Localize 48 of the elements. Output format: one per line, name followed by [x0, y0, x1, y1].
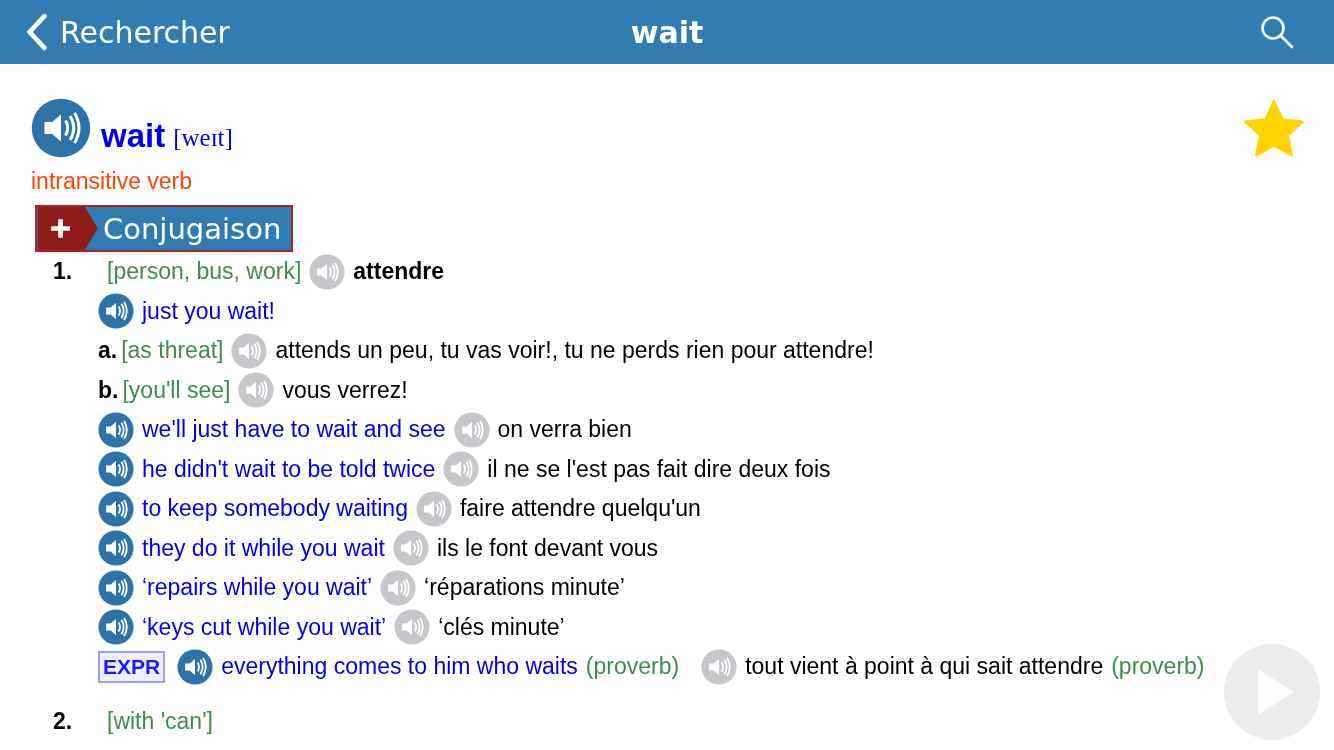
- example-phrase: we'll just have to wait and see: [142, 416, 446, 444]
- chevron-left-icon: [26, 13, 48, 51]
- conjugation-button[interactable]: Conjugaison: [35, 205, 294, 252]
- usage-label: (proverb): [1111, 653, 1205, 681]
- sense-number: 1.: [52, 258, 74, 286]
- example-phrase: they do it while you wait: [142, 534, 385, 562]
- context-label: [with 'can']: [107, 708, 213, 735]
- speaker-icon[interactable]: [98, 530, 134, 567]
- back-button[interactable]: Rechercher: [0, 13, 230, 51]
- usage-label: (proverb): [585, 653, 680, 681]
- speaker-icon[interactable]: [177, 648, 214, 685]
- star-icon[interactable]: [1244, 99, 1304, 157]
- speaker-icon[interactable]: [98, 451, 134, 488]
- pronunciation: [weɪt]: [173, 124, 233, 152]
- example-phrase: ‘keys cut while you wait’: [142, 613, 387, 641]
- context-label: [you'll see]: [122, 376, 231, 404]
- plus-icon: [37, 207, 99, 250]
- part-of-speech: intransitive verb: [31, 168, 194, 195]
- speaker-icon[interactable]: [98, 490, 134, 527]
- translation: tout vient à point à qui sait attendre: [745, 653, 1104, 681]
- translation: il ne se l'est pas fait dire deux fois: [487, 455, 831, 483]
- context-label: [person, bus, work]: [107, 258, 302, 286]
- context-label: [as threat]: [121, 337, 224, 365]
- speaker-icon[interactable]: [31, 98, 91, 158]
- translation: ‘clés minute’: [438, 613, 565, 641]
- translation: faire attendre quelqu'un: [459, 495, 701, 523]
- translation: vous verrez!: [282, 376, 408, 404]
- example-phrase: just you wait!: [142, 297, 275, 325]
- speaker-icon[interactable]: [98, 411, 134, 448]
- sub-sense-letter: b.: [98, 376, 119, 404]
- sub-sense-letter: a.: [98, 337, 118, 365]
- headword: wait: [101, 117, 166, 155]
- page-title: wait: [630, 14, 704, 50]
- speaker-icon[interactable]: [98, 609, 134, 646]
- example-phrase: to keep somebody waiting: [142, 495, 408, 523]
- example-phrase: ‘repairs while you wait’: [142, 574, 373, 602]
- translation: attendre: [353, 258, 445, 286]
- speaker-icon[interactable]: [98, 293, 134, 330]
- translation: ils le font devant vous: [436, 534, 659, 562]
- translation: on verra bien: [497, 416, 632, 444]
- sense-number: 2.: [52, 708, 74, 735]
- search-icon[interactable]: [1260, 15, 1294, 49]
- example-phrase: everything comes to him who waits: [221, 653, 578, 681]
- expression-badge: EXPR: [98, 650, 166, 683]
- translation: ‘réparations minute’: [424, 574, 625, 602]
- translation: attends un peu, tu vas voir!, tu ne perds rien pour attendre!: [275, 337, 874, 365]
- example-phrase: he didn't wait to be told twice: [142, 455, 436, 483]
- speaker-icon[interactable]: [98, 569, 134, 606]
